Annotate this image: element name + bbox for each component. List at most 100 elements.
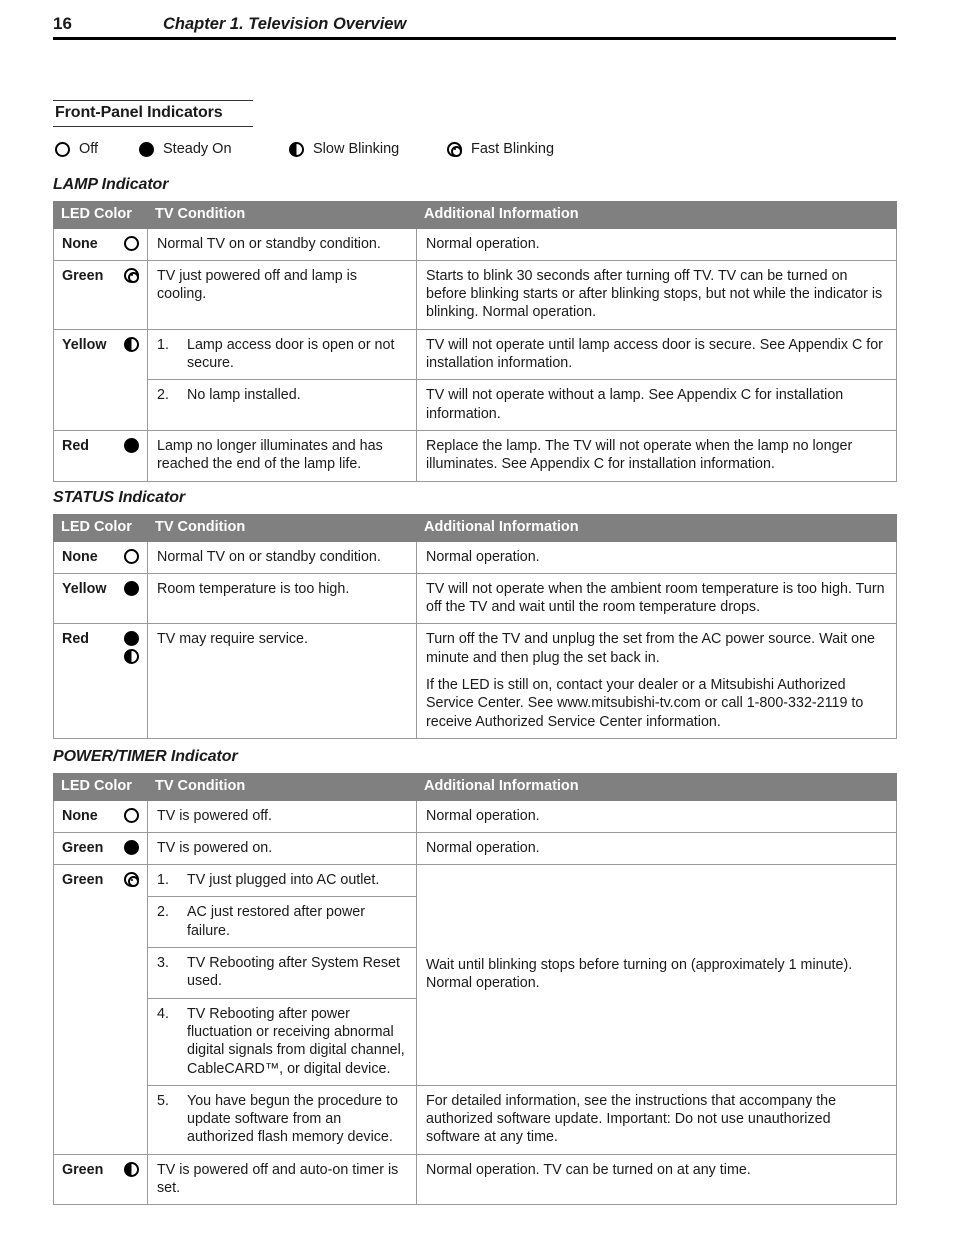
circle-half-filled-icon [124,1161,139,1177]
list-item-number: 2. [157,387,169,404]
tv-condition-cell: 3. TV Rebooting after System Reset used. [147,947,417,999]
table-row: Red TV may require service. Turn off the… [53,623,897,739]
additional-information-cell: Turn off the TV and unplug the set from … [416,623,897,739]
lamp-indicator-section: LAMP Indicator LED Color TV Condition Ad… [53,176,897,482]
led-color-cell: None [53,227,148,261]
led-color-label: Green [62,839,104,856]
circle-filled-icon [124,839,139,855]
list-item-text: AC just restored after power failure. [187,904,365,939]
tv-condition-cell: 1. TV just plugged into AC outlet. [147,864,417,898]
chapter-title: Chapter 1. Television Overview [163,15,407,33]
column-header-additional-information: Additional Information [416,773,897,801]
list-item-number: 4. [157,1005,169,1022]
list-item-text: Lamp access door is open or not secure. [187,336,395,372]
table-row: Green TV is powered on. Normal operation… [53,831,897,866]
legend-label-fast-blinking: Fast Blinking [471,141,555,157]
list-item-text: No lamp installed. [187,387,301,404]
circle-outline-icon [124,807,139,823]
additional-information-cell: Normal operation. [416,799,897,833]
circle-filled-icon [139,141,154,157]
column-header-led-color: LED Color [53,201,148,229]
column-header-led-color: LED Color [53,514,148,542]
led-color-cell: Green [53,1153,148,1206]
led-color-label: Green [62,872,104,889]
led-color-cell: None [53,799,148,833]
led-color-cell: Green [53,864,148,1155]
circle-filled-icon [124,437,139,453]
led-color-label: Red [62,437,90,454]
table-header-row: LED Color TV Condition Additional Inform… [53,773,897,801]
section-title-block: Front-Panel Indicators [53,100,253,127]
table-row: Red Lamp no longer illuminates and has r… [53,429,897,482]
led-color-label: Red [62,631,90,648]
circle-outline-icon [124,235,139,251]
table-row: 5. You have begun the procedure to updat… [54,1084,897,1155]
led-color-cell: None [53,540,148,574]
list-item-text: You have begun the procedure to update s… [187,1092,398,1146]
tv-condition-cell: Lamp no longer illuminates and has reach… [147,429,417,482]
column-header-tv-condition: TV Condition [147,773,417,801]
led-color-cell: Green [53,831,148,866]
status-indicator-heading: STATUS Indicator [53,489,186,506]
additional-information-cell: TV will not operate without a lamp. See … [416,379,897,431]
page-header: 16 Chapter 1. Television Overview [53,14,896,40]
legend-label-steady-on: Steady On [163,141,232,157]
lamp-indicator-table: LED Color TV Condition Additional Inform… [53,201,897,482]
led-color-label: None [62,807,98,824]
additional-information-cell: For detailed information, see the instru… [416,1084,897,1155]
circle-half-filled-icon [289,141,304,157]
column-header-tv-condition: TV Condition [147,514,417,542]
power-timer-indicator-table: LED Color TV Condition Additional Inform… [53,773,897,1206]
list-item-number: 3. [157,955,169,972]
indicator-legend: Off Steady On Slow Blinking Fast Blinkin… [55,141,564,157]
led-color-cell: Yellow [53,572,148,625]
additional-information-cell: Wait until blinking stops before turning… [416,864,897,1086]
legend-item-off: Off [55,141,129,157]
list-item-text: TV just plugged into AC outlet. [187,872,380,889]
tv-condition-cell: Normal TV on or standby condition. [147,227,417,261]
table-header-row: LED Color TV Condition Additional Inform… [53,514,897,542]
circle-bullseye-icon [447,141,462,157]
table-row: 2. No lamp installed. TV will not operat… [54,379,897,431]
circle-half-filled-icon [124,336,139,352]
additional-information-cell: TV will not operate when the ambient roo… [416,572,897,625]
table-row: None TV is powered off. Normal operation… [53,799,897,833]
led-color-label: None [62,548,98,565]
table-row: None Normal TV on or standby condition. … [53,227,897,261]
table-header-row: LED Color TV Condition Additional Inform… [53,201,897,229]
circle-filled-icon [124,631,139,647]
additional-information-cell: Replace the lamp. The TV will not operat… [416,429,897,482]
tv-condition-cell: Normal TV on or standby condition. [147,540,417,574]
table-row: Yellow 1. Lamp access door is open or no… [53,328,897,431]
page-number: 16 [53,14,72,33]
led-color-label: Yellow [62,580,107,597]
circle-half-filled-icon [124,649,139,665]
column-header-tv-condition: TV Condition [147,201,417,229]
tv-condition-cell: TV is powered off. [147,799,417,833]
list-item-text: TV Rebooting after power fluctuation or … [187,1005,405,1077]
legend-item-steady-on: Steady On [139,141,279,157]
circle-outline-icon [124,548,139,564]
page-title: Front-Panel Indicators [53,100,253,127]
tv-condition-cell: TV may require service. [147,623,417,739]
column-header-additional-information: Additional Information [416,514,897,542]
status-indicator-table: LED Color TV Condition Additional Inform… [53,514,897,739]
additional-information-cell: Starts to blink 30 seconds after turning… [416,259,897,330]
power-timer-indicator-section: POWER/TIMER Indicator LED Color TV Condi… [53,748,897,1206]
power-timer-indicator-heading: POWER/TIMER Indicator [53,748,238,765]
additional-information-cell: Normal operation. [416,540,897,574]
additional-information-cell: Normal operation. [416,831,897,866]
tv-condition-cell: 5. You have begun the procedure to updat… [147,1084,417,1155]
list-item-number: 1. [157,872,169,889]
tv-condition-cell: TV is powered off and auto-on timer is s… [147,1153,417,1206]
led-color-cell: Red [53,429,148,482]
column-header-led-color: LED Color [53,773,148,801]
led-color-cell: Red [53,623,148,739]
table-row: Green 1. TV just plugged into AC outlet.… [53,864,897,1155]
led-color-label: Green [62,1161,104,1178]
additional-information-cell: Normal operation. TV can be turned on at… [416,1153,897,1206]
legend-item-fast-blinking: Fast Blinking [447,141,554,157]
circle-outline-icon [55,141,70,157]
tv-condition-cell: TV is powered on. [147,831,417,866]
list-item-number: 2. [157,904,169,921]
